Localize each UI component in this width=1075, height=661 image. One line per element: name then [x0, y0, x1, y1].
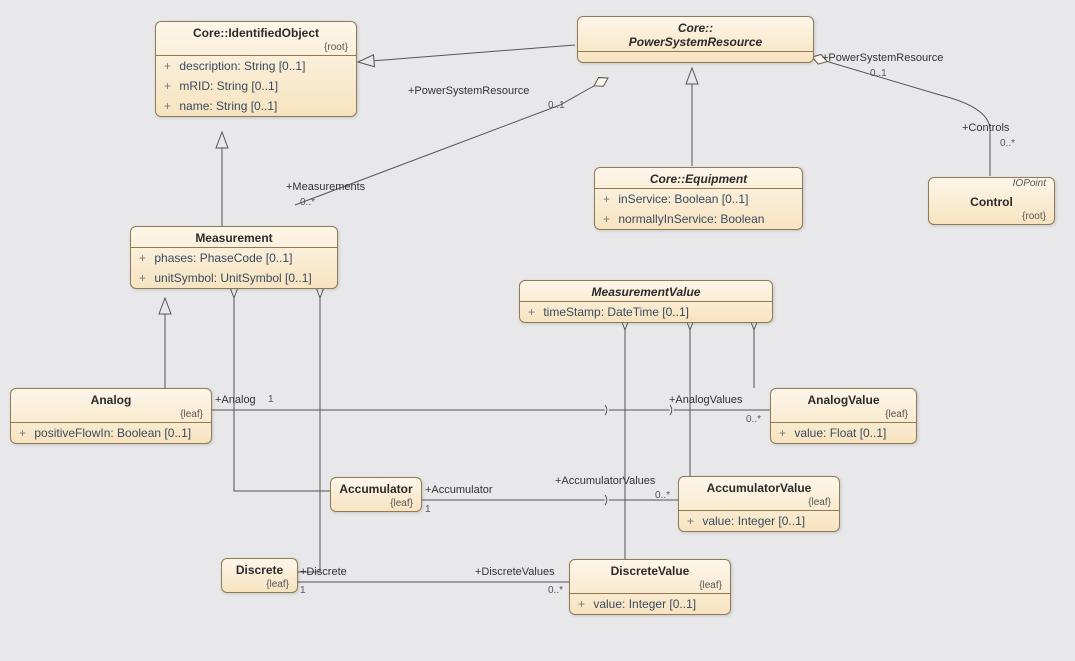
class-title: Core::IdentifiedObject — [156, 22, 356, 42]
class-stereo: {leaf} — [11, 409, 211, 422]
mult-controls: 0..* — [1000, 138, 1015, 149]
class-identifiedobject[interactable]: Core::IdentifiedObject {root} + descript… — [155, 21, 357, 117]
class-attr: + name: String [0..1] — [156, 96, 356, 116]
class-stereo: {leaf} — [570, 580, 730, 593]
class-title: Discrete — [222, 559, 297, 579]
role-discrete: +Discrete — [300, 566, 347, 578]
mult-analog: 1 — [268, 394, 274, 405]
class-equipment[interactable]: Core::Equipment + inService: Boolean [0.… — [594, 167, 803, 230]
role-accumulatorvalues: +AccumulatorValues — [555, 475, 655, 487]
class-measurement[interactable]: Measurement + phases: PhaseCode [0..1] +… — [130, 226, 338, 289]
class-attr: + positiveFlowIn: Boolean [0..1] — [11, 423, 211, 443]
class-analog[interactable]: Analog {leaf} + positiveFlowIn: Boolean … — [10, 388, 212, 444]
class-powersystemresource[interactable]: Core:: PowerSystemResource — [577, 16, 814, 63]
class-attr: + unitSymbol: UnitSymbol [0..1] — [131, 268, 337, 288]
role-psr-left: +PowerSystemResource — [408, 85, 529, 97]
uml-canvas: Core::IdentifiedObject {root} + descript… — [0, 0, 1075, 661]
mult-discrete: 1 — [300, 585, 306, 596]
class-attr: + value: Integer [0..1] — [679, 511, 839, 531]
role-discretevalues: +DiscreteValues — [475, 566, 555, 578]
mult-accumulatorvalues: 0..* — [655, 490, 670, 501]
class-attr: + mRID: String [0..1] — [156, 76, 356, 96]
class-title: Core:: PowerSystemResource — [578, 17, 813, 51]
class-attr: + value: Integer [0..1] — [570, 594, 730, 614]
class-attr: + normallyInService: Boolean — [595, 209, 802, 229]
class-attr: + inService: Boolean [0..1] — [595, 189, 802, 209]
class-analogvalue[interactable]: AnalogValue {leaf} + value: Float [0..1] — [770, 388, 917, 444]
class-title: MeasurementValue — [520, 281, 772, 301]
mult-measurements: 0..* — [300, 197, 315, 208]
class-title: Analog — [11, 389, 211, 409]
mult-psr-right: 0..1 — [870, 68, 887, 79]
class-title: Accumulator — [331, 478, 421, 498]
class-discrete[interactable]: Discrete {leaf} — [221, 558, 298, 593]
role-analogvalues: +AnalogValues — [669, 394, 743, 406]
mult-discretevalues: 0..* — [548, 585, 563, 596]
role-controls: +Controls — [962, 122, 1009, 134]
class-discretevalue[interactable]: DiscreteValue {leaf} + value: Integer [0… — [569, 559, 731, 615]
class-title: AnalogValue — [771, 389, 916, 409]
class-attr: + description: String [0..1] — [156, 56, 356, 76]
class-attr: + phases: PhaseCode [0..1] — [131, 248, 337, 268]
mult-analogvalues: 0..* — [746, 414, 761, 425]
class-stereo: {leaf} — [222, 579, 297, 592]
role-psr-right: +PowerSystemResource — [822, 52, 943, 64]
class-control[interactable]: IOPoint Control {root} — [928, 177, 1055, 225]
class-stereo: {leaf} — [679, 497, 839, 510]
class-stereo: {leaf} — [771, 409, 916, 422]
class-stereo: {root} — [156, 42, 356, 55]
class-title: AccumulatorValue — [679, 477, 839, 497]
class-iopoint: IOPoint — [929, 178, 1054, 191]
role-accumulator: +Accumulator — [425, 484, 493, 496]
class-title: DiscreteValue — [570, 560, 730, 580]
class-accumulator[interactable]: Accumulator {leaf} — [330, 477, 422, 512]
class-stereo: {root} — [929, 211, 1054, 224]
mult-psr-left: 0..1 — [548, 100, 565, 111]
class-title: Control — [929, 191, 1054, 211]
class-title: Measurement — [131, 227, 337, 247]
class-accumulatorvalue[interactable]: AccumulatorValue {leaf} + value: Integer… — [678, 476, 840, 532]
role-analog: +Analog — [215, 394, 256, 406]
class-attr: + value: Float [0..1] — [771, 423, 916, 443]
class-title: Core::Equipment — [595, 168, 802, 188]
mult-accumulator: 1 — [425, 504, 431, 515]
class-measurementvalue[interactable]: MeasurementValue + timeStamp: DateTime [… — [519, 280, 773, 323]
class-stereo: {leaf} — [331, 498, 421, 511]
role-measurements: +Measurements — [286, 181, 365, 193]
class-attr: + timeStamp: DateTime [0..1] — [520, 302, 772, 322]
